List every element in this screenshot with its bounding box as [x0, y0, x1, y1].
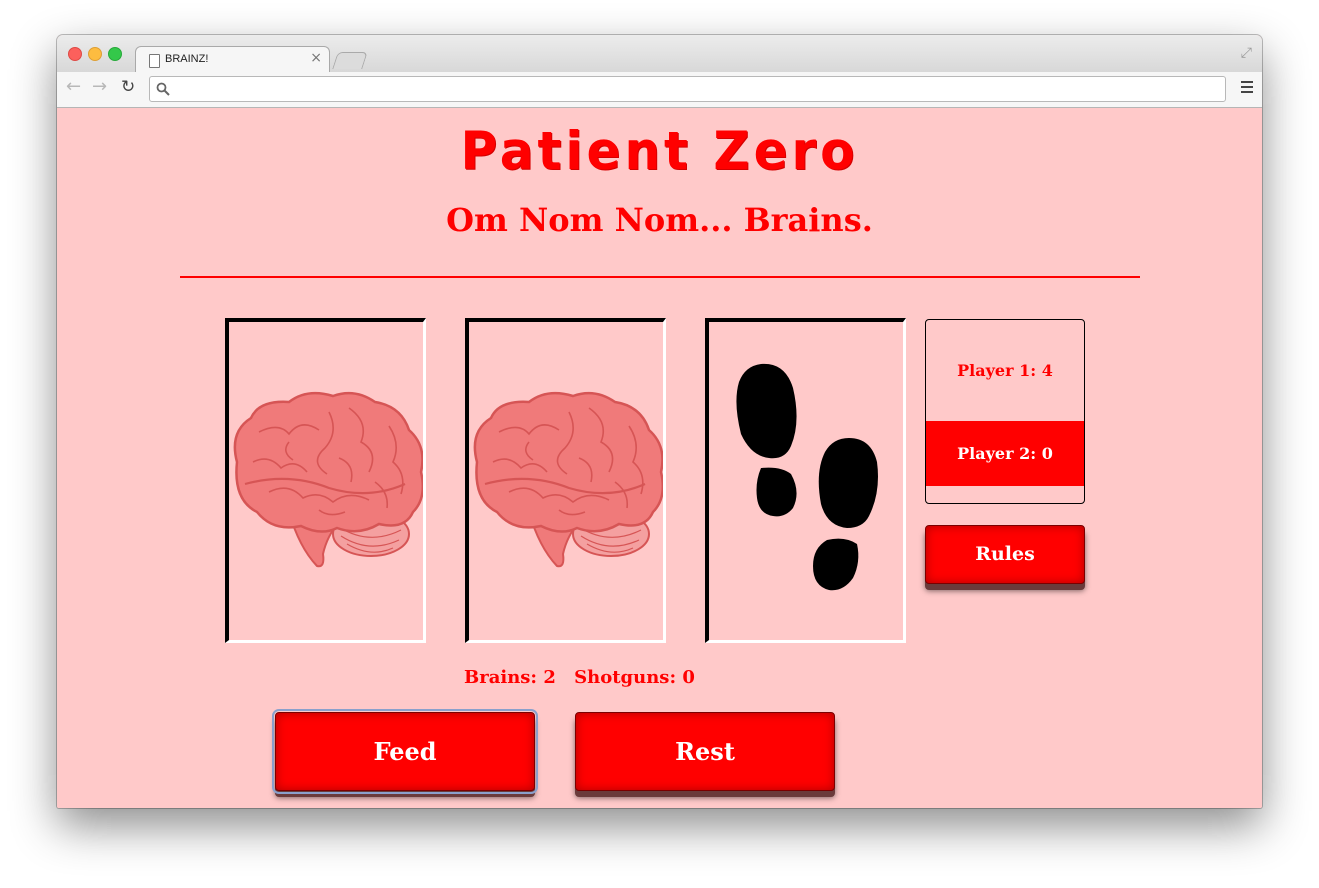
title-bar: BRAINZ! × ⤢ — [57, 35, 1262, 74]
shotguns-count: Shotguns: 0 — [574, 667, 695, 688]
game-subtitle: Om Nom Nom... Brains. — [446, 201, 873, 239]
game-title: Patient Zero — [460, 120, 859, 182]
forward-arrow-icon[interactable]: → — [92, 76, 107, 97]
browser-toolbar: ← → ↻ — [57, 72, 1262, 108]
tab-title: BRAINZ! — [165, 53, 209, 65]
scoreboard: Player 1: 4 Player 2: 0 — [925, 319, 1085, 504]
turn-stats: Brains: 2 Shotguns: 0 — [464, 667, 707, 688]
address-bar[interactable] — [149, 76, 1226, 102]
reload-icon[interactable]: ↻ — [121, 77, 135, 97]
divider — [180, 276, 1140, 278]
rest-button[interactable]: Rest — [575, 712, 835, 791]
brain-icon — [233, 391, 423, 568]
player-1-score: Player 1: 4 — [957, 361, 1053, 380]
new-tab-button[interactable] — [332, 52, 368, 69]
minimize-window-button[interactable] — [88, 47, 102, 61]
die-card-2 — [465, 318, 666, 643]
rules-button[interactable]: Rules — [925, 525, 1085, 584]
brain-icon — [473, 391, 663, 568]
footsteps-icon — [736, 363, 878, 591]
search-icon — [156, 82, 170, 96]
die-card-1 — [225, 318, 426, 643]
die-card-3 — [705, 318, 906, 643]
back-arrow-icon[interactable]: ← — [66, 76, 81, 97]
browser-tab[interactable]: BRAINZ! × — [135, 46, 330, 74]
game-page: Patient Zero Om Nom Nom... Brains. Playe… — [57, 108, 1262, 808]
player-2-score: Player 2: 0 — [926, 421, 1084, 486]
url-input[interactable] — [176, 79, 1220, 99]
document-icon — [149, 54, 160, 68]
feed-button[interactable]: Feed — [272, 709, 538, 794]
zoom-window-button[interactable] — [108, 47, 122, 61]
brains-count: Brains: 2 — [464, 667, 556, 688]
menu-icon[interactable] — [1241, 81, 1253, 93]
close-window-button[interactable] — [68, 47, 82, 61]
fullscreen-icon[interactable]: ⤢ — [1241, 45, 1252, 61]
close-tab-icon[interactable]: × — [310, 50, 322, 66]
browser-window: BRAINZ! × ⤢ ← → ↻ Patient Zero Om Nom No… — [57, 35, 1262, 808]
